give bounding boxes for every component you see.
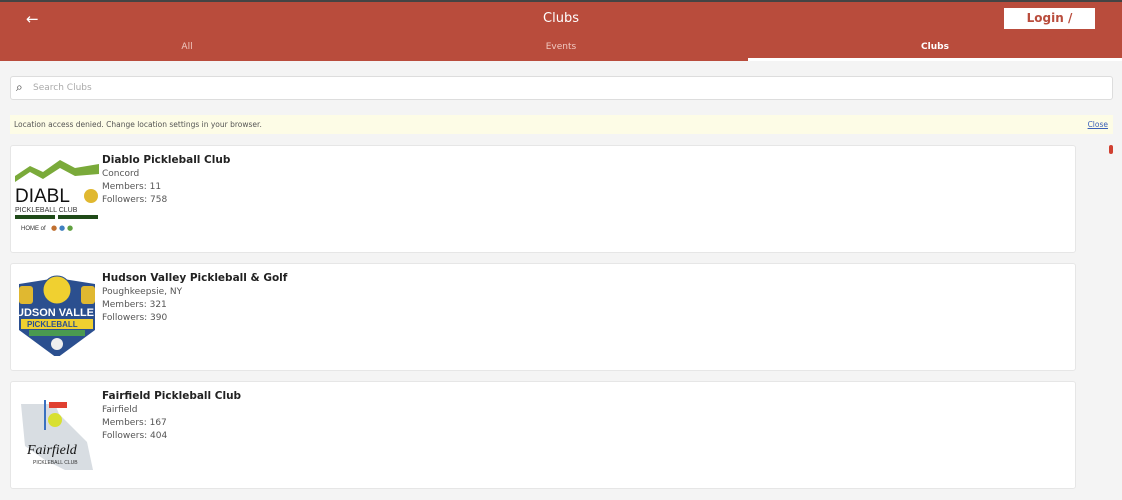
scrollbar-thumb[interactable] [1109,145,1113,154]
club-card[interactable]: Fairfield PICKLEBALL CLUB Fairfield Pick… [10,381,1076,489]
svg-text:Fairfield: Fairfield [26,443,78,458]
club-followers: Followers: 404 [102,431,168,441]
location-banner: Location access denied. Change location … [10,115,1113,134]
svg-text:PICKLEBALL: PICKLEBALL [27,320,78,329]
banner-close-link[interactable]: Close [1088,115,1108,134]
tab-events[interactable]: Events [374,42,748,52]
svg-text:DIABL: DIABL [15,186,70,207]
tab-clubs[interactable]: Clubs [748,42,1122,52]
club-location: Concord [102,169,140,179]
svg-text:UDSON VALLE: UDSON VALLE [16,307,94,319]
app-header: ← Clubs Login / Signup All Events Clubs [0,2,1122,61]
svg-text:PICKLEBALL CLUB: PICKLEBALL CLUB [15,207,78,214]
page-title: Clubs [543,11,579,26]
club-followers: Followers: 758 [102,195,168,205]
login-signup-button[interactable]: Login / Signup [1004,8,1095,46]
club-members: Members: 321 [102,300,167,310]
club-members: Members: 167 [102,418,167,428]
banner-message: Location access denied. Change location … [14,120,262,129]
club-location: Fairfield [102,405,138,415]
club-followers: Followers: 390 [102,313,168,323]
club-name[interactable]: Hudson Valley Pickleball & Golf [102,272,287,284]
club-name[interactable]: Diablo Pickleball Club [102,154,230,166]
club-card[interactable]: DIABL PICKLEBALL CLUB HOME of ● ● ● Diablo… [10,145,1076,253]
svg-text:●: ● [59,224,65,232]
active-tab-indicator [748,58,1122,61]
svg-text:●: ● [51,224,57,232]
search-icon: ⌕ [16,80,23,94]
club-logo: DIABL PICKLEBALL CLUB HOME of ● ● ● [15,160,99,232]
club-members: Members: 11 [102,182,162,192]
club-card[interactable]: UDSON VALLE PICKLEBALL Hudson Valley Pic… [10,263,1076,371]
club-name[interactable]: Fairfield Pickleball Club [102,390,241,402]
svg-text:HOME of: HOME of [21,226,46,232]
tab-all[interactable]: All [0,42,374,52]
club-location: Poughkeepsie, NY [102,287,183,297]
svg-text:●: ● [67,224,73,232]
club-logo: UDSON VALLE PICKLEBALL [16,275,95,356]
search-bar: ⌕ [10,76,1113,100]
search-input[interactable] [33,80,1033,96]
svg-text:PICKLEBALL CLUB: PICKLEBALL CLUB [33,460,78,466]
club-logo: Fairfield PICKLEBALL CLUB [21,400,93,470]
